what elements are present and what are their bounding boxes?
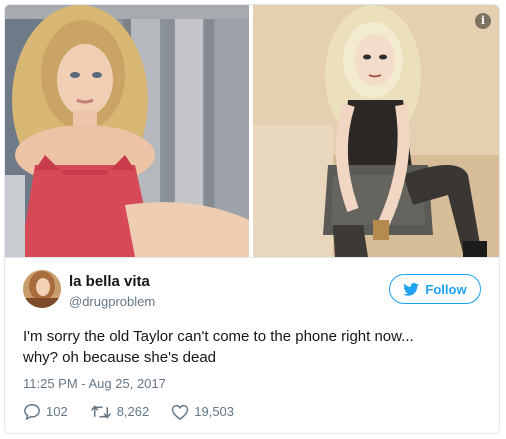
follow-button[interactable]: Follow <box>389 274 481 304</box>
like-count: 19,503 <box>194 404 235 419</box>
author-handle[interactable]: @drugproblem <box>69 294 155 309</box>
media-photo-left[interactable] <box>5 5 249 257</box>
twitter-bird-icon <box>403 282 420 296</box>
follow-button-label: Follow <box>425 281 467 297</box>
reply-action[interactable]: 102 <box>23 403 68 420</box>
info-icon[interactable]: i <box>475 13 491 29</box>
tweet-text-line-2: why? oh because she's dead <box>23 349 217 366</box>
retweet-action[interactable]: 8,262 <box>90 404 150 420</box>
tweet-body: la bella vita @drugproblem Follow I'm so… <box>5 257 499 433</box>
media-photo-right[interactable] <box>253 5 499 257</box>
author-display-name[interactable]: la bella vita <box>69 273 150 290</box>
reply-count: 102 <box>46 404 68 419</box>
reply-icon <box>24 403 40 420</box>
tweet-card: i la bella vita @drugproblem Follow I'm … <box>4 4 500 434</box>
tweet-actions: 102 8,262 19,503 <box>23 403 256 420</box>
heart-icon <box>171 404 189 420</box>
tweet-media[interactable]: i <box>5 5 499 257</box>
tweet-text-line-1: I'm sorry the old Taylor can't come to t… <box>23 328 414 345</box>
retweet-icon <box>90 404 111 419</box>
retweet-count: 8,262 <box>116 404 150 419</box>
like-action[interactable]: 19,503 <box>171 404 234 420</box>
tweet-text: I'm sorry the old Taylor can't come to t… <box>23 326 483 368</box>
tweet-timestamp[interactable]: 11:25 PM - Aug 25, 2017 <box>23 376 166 391</box>
avatar[interactable] <box>23 270 61 308</box>
